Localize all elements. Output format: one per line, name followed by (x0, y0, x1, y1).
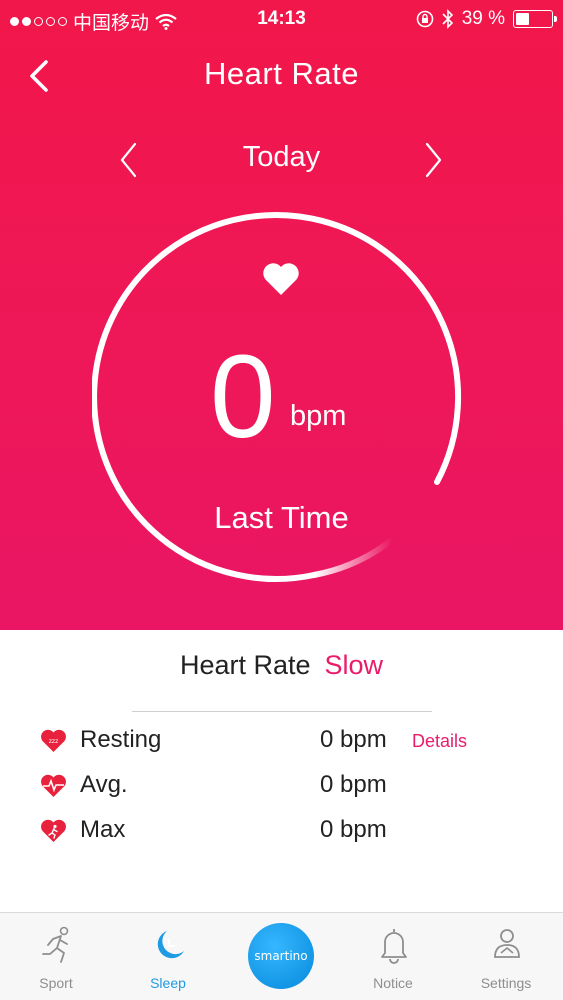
heart-rate-unit: bpm (290, 400, 347, 432)
date-label: Today (242, 141, 321, 173)
tab-label: Sport (39, 975, 73, 991)
heart-rate-status: Slow (324, 650, 384, 680)
resting-heart-icon: zzz (41, 729, 66, 752)
status-bar-right: 39 % (416, 8, 557, 30)
heart-icon (263, 263, 299, 295)
metric-value: 0 bpm (320, 726, 387, 753)
dial-ring-tail (311, 537, 395, 578)
metric-row-average: Avg. 0 bpm (40, 771, 540, 805)
runner-icon (42, 926, 69, 963)
heart-rate-value: 0 (210, 331, 276, 463)
summary-title: Heart Rate Slow (0, 650, 563, 681)
bluetooth-icon (442, 9, 453, 29)
smartino-logo-button[interactable]: smartino (248, 923, 314, 989)
status-bar: 中国移动 14:13 39 % (0, 0, 563, 38)
tab-sleep[interactable]: Sleep (118, 913, 218, 1000)
svg-text:zzz: zzz (49, 738, 58, 745)
tab-label: Notice (373, 975, 413, 991)
brand-logo: smartino (254, 949, 308, 963)
metric-row-max: Max 0 bpm (40, 816, 540, 850)
tab-bar: Sport Sleep smartino Notice Settings (0, 912, 563, 1000)
metric-label: Max (80, 816, 126, 843)
last-time-caption: Last Time (214, 500, 349, 535)
bell-icon (381, 929, 407, 964)
metric-row-resting: zzz Resting 0 bpm Details (40, 726, 540, 760)
metric-value: 0 bpm (320, 816, 387, 843)
rotation-lock-icon (416, 10, 433, 28)
metric-value: 0 bpm (320, 771, 387, 798)
details-link[interactable]: Details (412, 731, 467, 752)
battery-percent: 39 % (461, 8, 505, 29)
moon-icon (157, 931, 184, 959)
person-icon (494, 929, 520, 958)
pulse-heart-icon (41, 774, 66, 797)
metric-label: Avg. (80, 771, 128, 798)
tab-label: Settings (480, 975, 532, 991)
next-day-chevron-icon[interactable] (418, 140, 448, 180)
running-heart-icon (41, 819, 66, 842)
hero-panel: 中国移动 14:13 39 % Heart Rate Today 0 bpm L… (0, 0, 563, 630)
battery-fill (516, 13, 530, 25)
metric-label: Resting (80, 726, 162, 753)
divider (132, 711, 432, 712)
tab-notice[interactable]: Notice (343, 913, 443, 1000)
summary-title-label: Heart Rate (179, 650, 311, 680)
tab-label: Sleep (150, 975, 186, 991)
battery-icon (513, 10, 557, 28)
page-title: Heart Rate (204, 56, 359, 91)
tab-settings[interactable]: Settings (456, 913, 556, 1000)
tab-sport[interactable]: Sport (6, 913, 106, 1000)
